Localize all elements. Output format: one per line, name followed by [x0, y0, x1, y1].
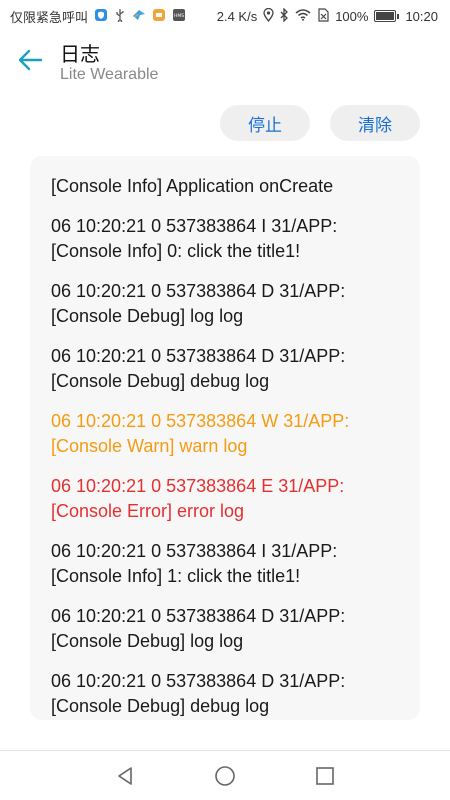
log-line: 06 10:20:21 0 537383864 D 31/APP: [51, 606, 346, 626]
stop-button[interactable]: 停止 [220, 105, 310, 141]
back-button[interactable] [14, 44, 46, 76]
status-right: 2.4 K/s 100% 10:20 [216, 6, 438, 25]
log-line: [Console Debug] log log [51, 631, 244, 651]
log-entry: 06 10:20:21 0 537383864 I 31/APP: [Consol… [51, 214, 404, 264]
log-entry: 06 10:20:21 0 537383864 I 31/APP: [Consol… [51, 539, 404, 589]
page-title: 日志 [60, 42, 100, 66]
log-line: 06 10:20:21 0 537383864 I 31/APP: [51, 541, 338, 561]
log-line: 06 10:20:21 0 537383864 D 31/APP: [51, 346, 346, 366]
triangle-back-icon [118, 767, 132, 785]
usb-icon [114, 8, 126, 25]
navigation-bar [0, 750, 450, 800]
status-left: 仅限紧急呼叫 HMS [10, 7, 186, 26]
log-entry: 06 10:20:21 0 537383864 W 31/APP: [Consol… [51, 409, 404, 459]
log-panel[interactable]: [Console Info] Application onCreate 06 10… [30, 156, 420, 720]
log-line: 06 10:20:21 0 537383864 I 31/APP: [51, 216, 338, 236]
screen: 仅限紧急呼叫 HMS 2.4 K/s 100% 10:20 日志 Lite We… [0, 0, 450, 800]
log-entry: 06 10:20:21 0 537383864 D 31/APP: [Consol… [51, 279, 404, 329]
battery-percent: 100% [335, 8, 369, 24]
log-line: 06 10:20:21 0 537383864 W 31/APP: [51, 411, 350, 431]
nav-recent-button[interactable] [313, 764, 337, 788]
svg-text:HMS: HMS [174, 13, 184, 19]
log-entry: [Console Info] Application onCreate [51, 174, 404, 199]
log-line: [Console Debug] debug log [51, 371, 270, 391]
location-icon [263, 7, 274, 25]
square-recent-icon [316, 767, 334, 785]
clock: 10:20 [405, 8, 438, 24]
app-bar: 日志 Lite Wearable [0, 32, 450, 92]
log-line: [Console Info] 1: click the title1! [51, 566, 301, 586]
clear-button[interactable]: 清除 [330, 105, 420, 141]
page-subtitle: Lite Wearable [60, 66, 159, 83]
log-line: 06 10:20:21 0 537383864 D 31/APP: [51, 281, 346, 301]
log-line: [Console Info] 0: click the title1! [51, 241, 301, 261]
app-icon [152, 8, 166, 25]
log-line: [Console Debug] debug log [51, 696, 270, 716]
log-line: [Console Debug] log log [51, 306, 244, 326]
log-line: 06 10:20:21 0 537383864 D 31/APP: [51, 671, 346, 691]
log-entry: 06 10:20:21 0 537383864 E 31/APP: [Consol… [51, 474, 404, 524]
log-line: [Console Info] Application onCreate [51, 176, 334, 196]
nav-back-button[interactable] [113, 764, 137, 788]
bird-icon [132, 8, 146, 25]
log-line: [Console Error] error log [51, 501, 245, 521]
shield-icon [94, 8, 108, 25]
log-entry: 06 10:20:21 0 537383864 D 31/APP: [Consol… [51, 669, 404, 719]
bluetooth-icon [280, 6, 289, 25]
no-sim-icon [317, 7, 329, 25]
back-arrow-icon [18, 49, 43, 71]
status-bar: 仅限紧急呼叫 HMS 2.4 K/s 100% 10:20 [0, 0, 450, 32]
log-entry: 06 10:20:21 0 537383864 D 31/APP: [Consol… [51, 344, 404, 394]
battery-icon [374, 10, 400, 22]
log-line: 06 10:20:21 0 537383864 E 31/APP: [51, 476, 345, 496]
carrier-text: 仅限紧急呼叫 [10, 9, 89, 25]
hms-icon: HMS [172, 8, 186, 25]
wifi-icon [295, 8, 311, 24]
nav-home-button[interactable] [213, 764, 237, 788]
log-entry: 06 10:20:21 0 537383864 D 31/APP: [Consol… [51, 604, 404, 654]
log-line: [Console Warn] warn log [51, 436, 248, 456]
network-speed: 2.4 K/s [216, 8, 258, 24]
circle-home-icon [215, 766, 235, 786]
